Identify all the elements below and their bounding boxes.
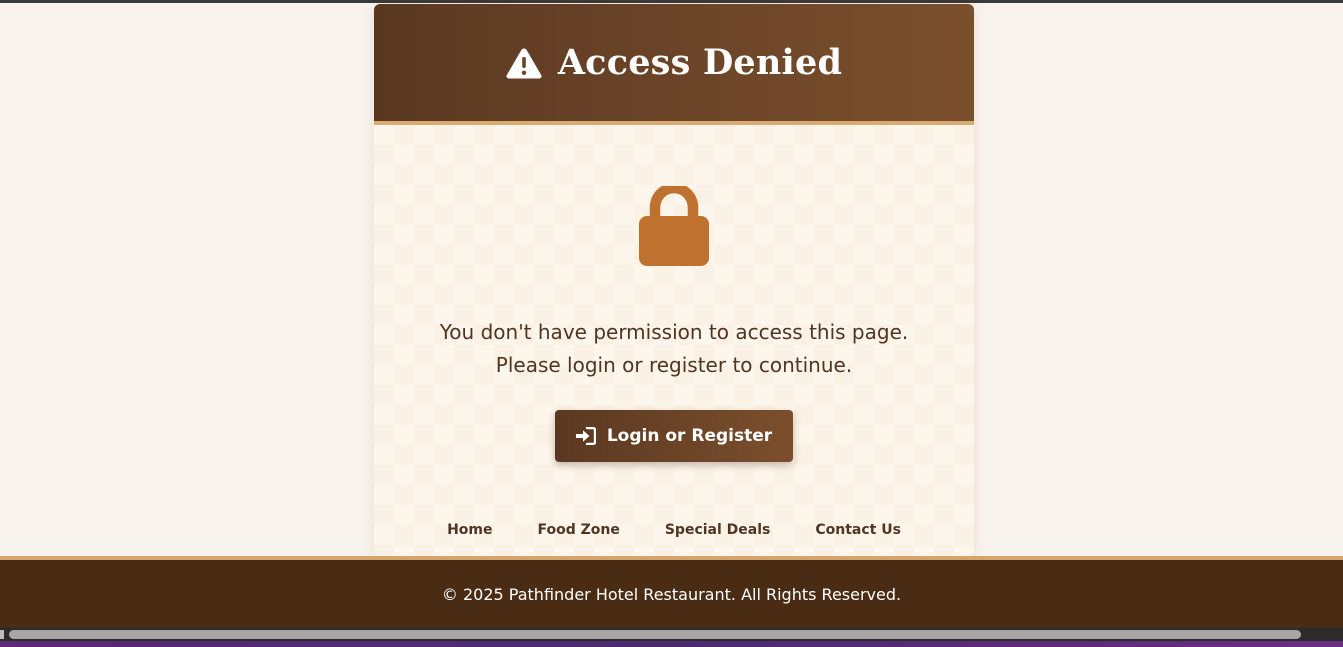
site-footer: © 2025 Pathfinder Hotel Restaurant. All … bbox=[0, 556, 1343, 628]
lock-icon bbox=[639, 186, 709, 266]
login-register-button[interactable]: Login or Register bbox=[555, 410, 793, 462]
permission-message: You don't have permission to access this… bbox=[374, 316, 974, 382]
horizontal-scrollbar[interactable] bbox=[0, 628, 1343, 641]
scroll-left-arrow[interactable] bbox=[0, 630, 4, 639]
message-line-2: Please login or register to continue. bbox=[495, 353, 853, 377]
login-register-label: Login or Register bbox=[606, 426, 773, 446]
scrollbar-thumb[interactable] bbox=[9, 630, 1301, 639]
browser-top-edge bbox=[0, 0, 1343, 3]
warning-triangle-icon bbox=[506, 47, 542, 79]
card-body: You don't have permission to access this… bbox=[374, 125, 974, 556]
access-denied-card: Access Denied You don't have permission … bbox=[374, 4, 974, 556]
sign-in-icon bbox=[575, 427, 596, 445]
nav-link-special-deals[interactable]: Special Deals bbox=[665, 522, 771, 538]
nav-link-contact-us[interactable]: Contact Us bbox=[815, 522, 901, 538]
nav-link-home[interactable]: Home bbox=[447, 522, 492, 538]
taskbar-edge bbox=[0, 641, 1343, 647]
card-header: Access Denied bbox=[374, 4, 974, 125]
nav-link-food-zone[interactable]: Food Zone bbox=[537, 522, 619, 538]
footer-nav: Home Food Zone Special Deals Contact Us bbox=[374, 522, 974, 538]
message-line-1: You don't have permission to access this… bbox=[439, 320, 909, 344]
copyright-text: © 2025 Pathfinder Hotel Restaurant. All … bbox=[441, 584, 902, 604]
page-title: Access Denied bbox=[557, 42, 843, 83]
